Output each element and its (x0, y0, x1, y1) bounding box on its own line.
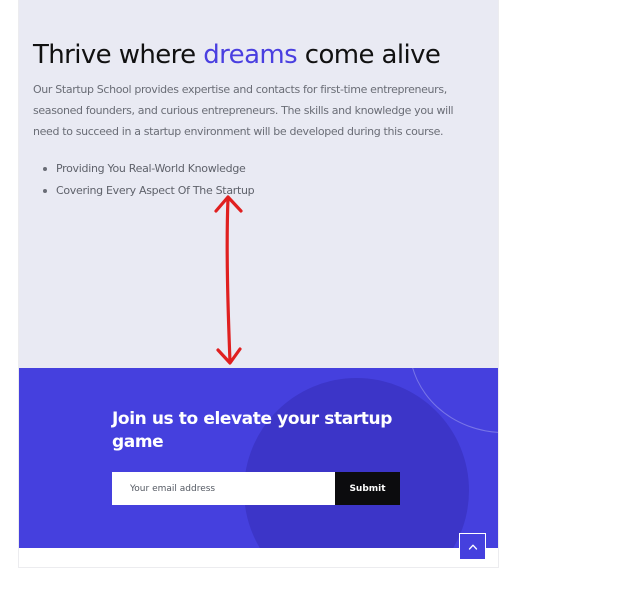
hero-section: Thrive where dreams come alive Our Start… (19, 0, 498, 368)
email-field[interactable] (112, 472, 335, 505)
hero-title-accent: dreams (203, 40, 298, 70)
hero-title: Thrive where dreams come alive (33, 40, 441, 70)
hero-title-end: come alive (297, 40, 441, 70)
submit-button[interactable]: Submit (335, 472, 400, 505)
newsletter-section: Join us to elevate your startup game Sub… (19, 368, 498, 548)
chevron-up-icon (468, 544, 477, 550)
back-to-top-button[interactable] (459, 533, 486, 560)
page-card: Thrive where dreams come alive Our Start… (18, 0, 499, 568)
list-item: Providing You Real-World Knowledge (41, 158, 254, 180)
hero-paragraph: Our Startup School provides expertise an… (33, 83, 454, 138)
newsletter-title: Join us to elevate your startup game (112, 409, 392, 452)
double-headed-arrow-icon (214, 195, 243, 365)
hero-title-start: Thrive where (33, 40, 204, 70)
